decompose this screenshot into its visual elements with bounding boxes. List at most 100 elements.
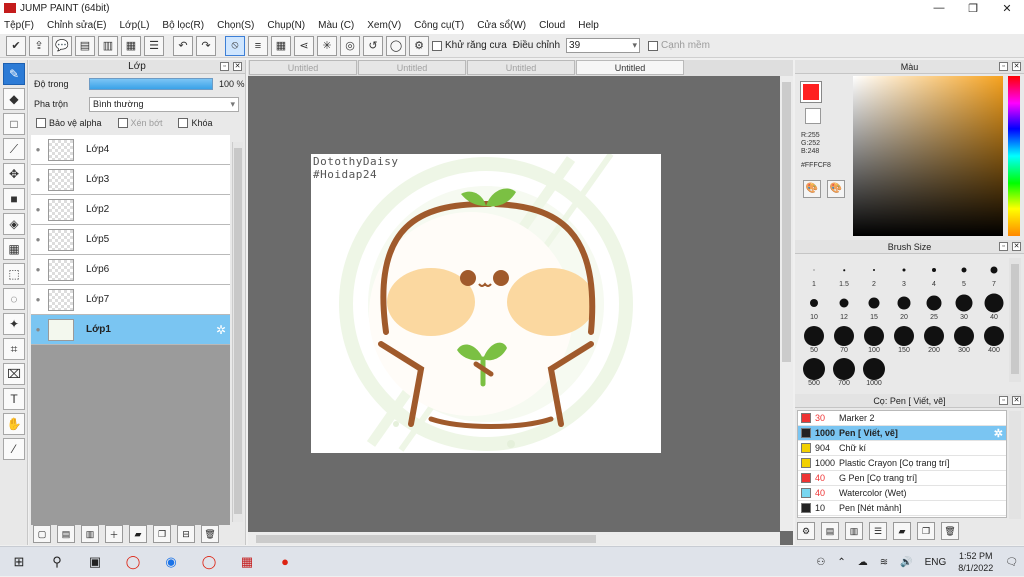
brush-size-option[interactable]: 30 — [949, 291, 979, 321]
canvas-vertical-scrollbar[interactable] — [780, 76, 793, 531]
sub-tool-row[interactable]: 30 Marker 2 — [798, 411, 1006, 426]
brush-list-icon[interactable]: ☰ — [869, 522, 887, 540]
brush-size-option[interactable]: 1 — [799, 258, 829, 288]
grid-icon[interactable]: ▦ — [121, 35, 141, 56]
maximize-button[interactable]: ❐ — [956, 0, 990, 16]
gradient-tool-icon[interactable]: ▦ — [3, 238, 25, 260]
sub-tool-row[interactable]: 904 Chữ kí — [798, 441, 1006, 456]
menu-window[interactable]: Cửa sổ(W) — [477, 20, 526, 31]
ruler-parallel-icon[interactable]: ≡ — [248, 35, 268, 56]
rectangle-tool-icon[interactable]: □ — [3, 113, 25, 135]
sub-tool-row[interactable]: 1000 Plastic Crayon [Cọ trang trí] — [798, 456, 1006, 471]
layer-row[interactable]: ● Lớp6 — [31, 255, 230, 285]
menu-filter[interactable]: Bộ lọc(R) — [162, 20, 204, 31]
layer-row-selected[interactable]: ● Lớp1 ✲ — [31, 315, 230, 345]
panel-float-icon[interactable]: ▫ — [999, 62, 1008, 71]
input-language[interactable]: ENG — [925, 557, 947, 568]
visibility-icon[interactable]: ● — [31, 205, 45, 214]
delete-brush-icon[interactable]: 🗑 — [941, 522, 959, 540]
visibility-icon[interactable]: ● — [31, 145, 45, 154]
menu-capture[interactable]: Chụp(N) — [267, 20, 305, 31]
windows-start-icon[interactable]: ⊞ — [0, 547, 38, 577]
document-tab[interactable]: Untitled — [467, 60, 575, 75]
brush-size-option[interactable]: 12 — [829, 291, 859, 321]
sub-tool-row[interactable]: 40 Watercolor (Wet) — [798, 486, 1006, 501]
network-icon[interactable]: ☁ — [858, 557, 868, 568]
ruler-settings-icon[interactable]: ⚙ — [409, 35, 429, 56]
brush-folder-icon[interactable]: ▰ — [893, 522, 911, 540]
layer-list-scrollbar[interactable] — [232, 142, 243, 522]
brush-size-scrollbar[interactable] — [1009, 258, 1021, 382]
palette-icon[interactable]: 🎨 — [803, 180, 821, 198]
brush-size-option[interactable]: 100 — [859, 324, 889, 354]
document-tab[interactable]: Untitled — [358, 60, 466, 75]
select-rect-tool-icon[interactable]: ⬚ — [3, 263, 25, 285]
jump-paint-taskbar-icon[interactable]: ▦ — [228, 547, 266, 577]
blend-mode-select[interactable]: Bình thường — [89, 96, 239, 112]
protect-alpha-checkbox[interactable] — [36, 118, 46, 128]
pen-tool-icon[interactable]: ✎ — [3, 63, 25, 85]
panel-float-icon[interactable]: ▫ — [999, 242, 1008, 251]
select-pen-tool-icon[interactable]: ⌗ — [3, 338, 25, 360]
duplicate-brush-icon[interactable]: ❐ — [917, 522, 935, 540]
lock-option[interactable]: Khóa — [178, 118, 213, 128]
check-icon[interactable]: ✔ — [6, 35, 26, 56]
volume-icon[interactable]: 🔊 — [900, 557, 912, 568]
brush-size-option[interactable]: 2 — [859, 258, 889, 288]
scrollbar-thumb[interactable] — [234, 148, 242, 514]
bucket-tool-icon[interactable]: ◈ — [3, 213, 25, 235]
menu-tools[interactable]: Công cụ(T) — [414, 20, 464, 31]
brush-size-option[interactable]: 200 — [919, 324, 949, 354]
speech-bubble-icon[interactable]: 💬 — [52, 35, 72, 56]
minimize-button[interactable]: — — [922, 0, 956, 16]
new-1bit-layer-icon[interactable]: ▥ — [81, 525, 99, 543]
wifi-icon[interactable]: ≋ — [880, 557, 888, 568]
ruler-grid-icon[interactable]: ▦ — [271, 35, 291, 56]
brush-size-option[interactable]: 1.5 — [829, 258, 859, 288]
tray-arrow-icon[interactable]: ⌃ — [837, 557, 845, 568]
merge-down-icon[interactable]: ⊟ — [177, 525, 195, 543]
soft-edge-checkbox[interactable] — [648, 40, 659, 51]
brush-page-icon[interactable]: ▥ — [845, 522, 863, 540]
soft-edge-option[interactable]: Cạnh mềm — [648, 40, 710, 51]
brush-size-option[interactable]: 50 — [799, 324, 829, 354]
lock-checkbox[interactable] — [178, 118, 189, 128]
scrollbar-thumb[interactable] — [1011, 264, 1019, 374]
people-icon[interactable]: ⚇ — [816, 557, 825, 568]
select-eraser-tool-icon[interactable]: ⌧ — [3, 363, 25, 385]
menu-layer[interactable]: Lớp(L) — [120, 20, 150, 31]
menu-edit[interactable]: Chỉnh sửa(E) — [47, 20, 107, 31]
sub-tool-row[interactable]: 40 G Pen [Cọ trang trí] — [798, 471, 1006, 486]
opera-icon[interactable]: ◯ — [114, 547, 152, 577]
new-folder-icon[interactable]: ▰ — [129, 525, 147, 543]
drawing-canvas[interactable]: DotothyDaisy #Hoidap24 — [311, 154, 661, 453]
add-brush-icon[interactable]: ▤ — [821, 522, 839, 540]
share-icon[interactable]: ⇪ — [29, 35, 49, 56]
eraser-tool-icon[interactable]: ◆ — [3, 88, 25, 110]
brush-size-option[interactable]: 25 — [919, 291, 949, 321]
brush-size-option[interactable]: 300 — [949, 324, 979, 354]
layer-row[interactable]: ● Lớp3 — [31, 165, 230, 195]
scrollbar-thumb[interactable] — [782, 82, 791, 362]
brush-size-option[interactable]: 5 — [949, 258, 979, 288]
sub-tool-row[interactable]: 10 Pen [Nét mảnh] — [798, 501, 1006, 516]
app-icon-1[interactable]: ▣ — [76, 547, 114, 577]
panel-close-icon[interactable]: ✕ — [233, 62, 242, 71]
menu-view[interactable]: Xem(V) — [367, 20, 401, 31]
list-icon[interactable]: ☰ — [144, 35, 164, 56]
brush-size-option[interactable]: 150 — [889, 324, 919, 354]
visibility-icon[interactable]: ● — [31, 235, 45, 244]
fill-rect-tool-icon[interactable]: ■ — [3, 188, 25, 210]
ruler-perspective-icon[interactable]: ⋖ — [294, 35, 314, 56]
scrollbar-thumb[interactable] — [256, 535, 596, 543]
tool-settings-icon[interactable]: ⚙ — [797, 522, 815, 540]
canvas-horizontal-scrollbar[interactable] — [248, 532, 780, 545]
page-icon[interactable]: ▥ — [98, 35, 118, 56]
visibility-icon[interactable]: ● — [31, 265, 45, 274]
brush-size-option[interactable]: 1000 — [859, 357, 889, 387]
visibility-icon[interactable]: ● — [31, 175, 45, 184]
sub-tool-row-selected[interactable]: 1000 Pen [ Viết, vẽ] ✲ — [798, 426, 1006, 441]
menu-file[interactable]: Tệp(F) — [4, 20, 34, 31]
clock[interactable]: 1:52 PM 8/1/2022 — [958, 550, 993, 574]
sub-color-swatch[interactable] — [805, 108, 821, 124]
